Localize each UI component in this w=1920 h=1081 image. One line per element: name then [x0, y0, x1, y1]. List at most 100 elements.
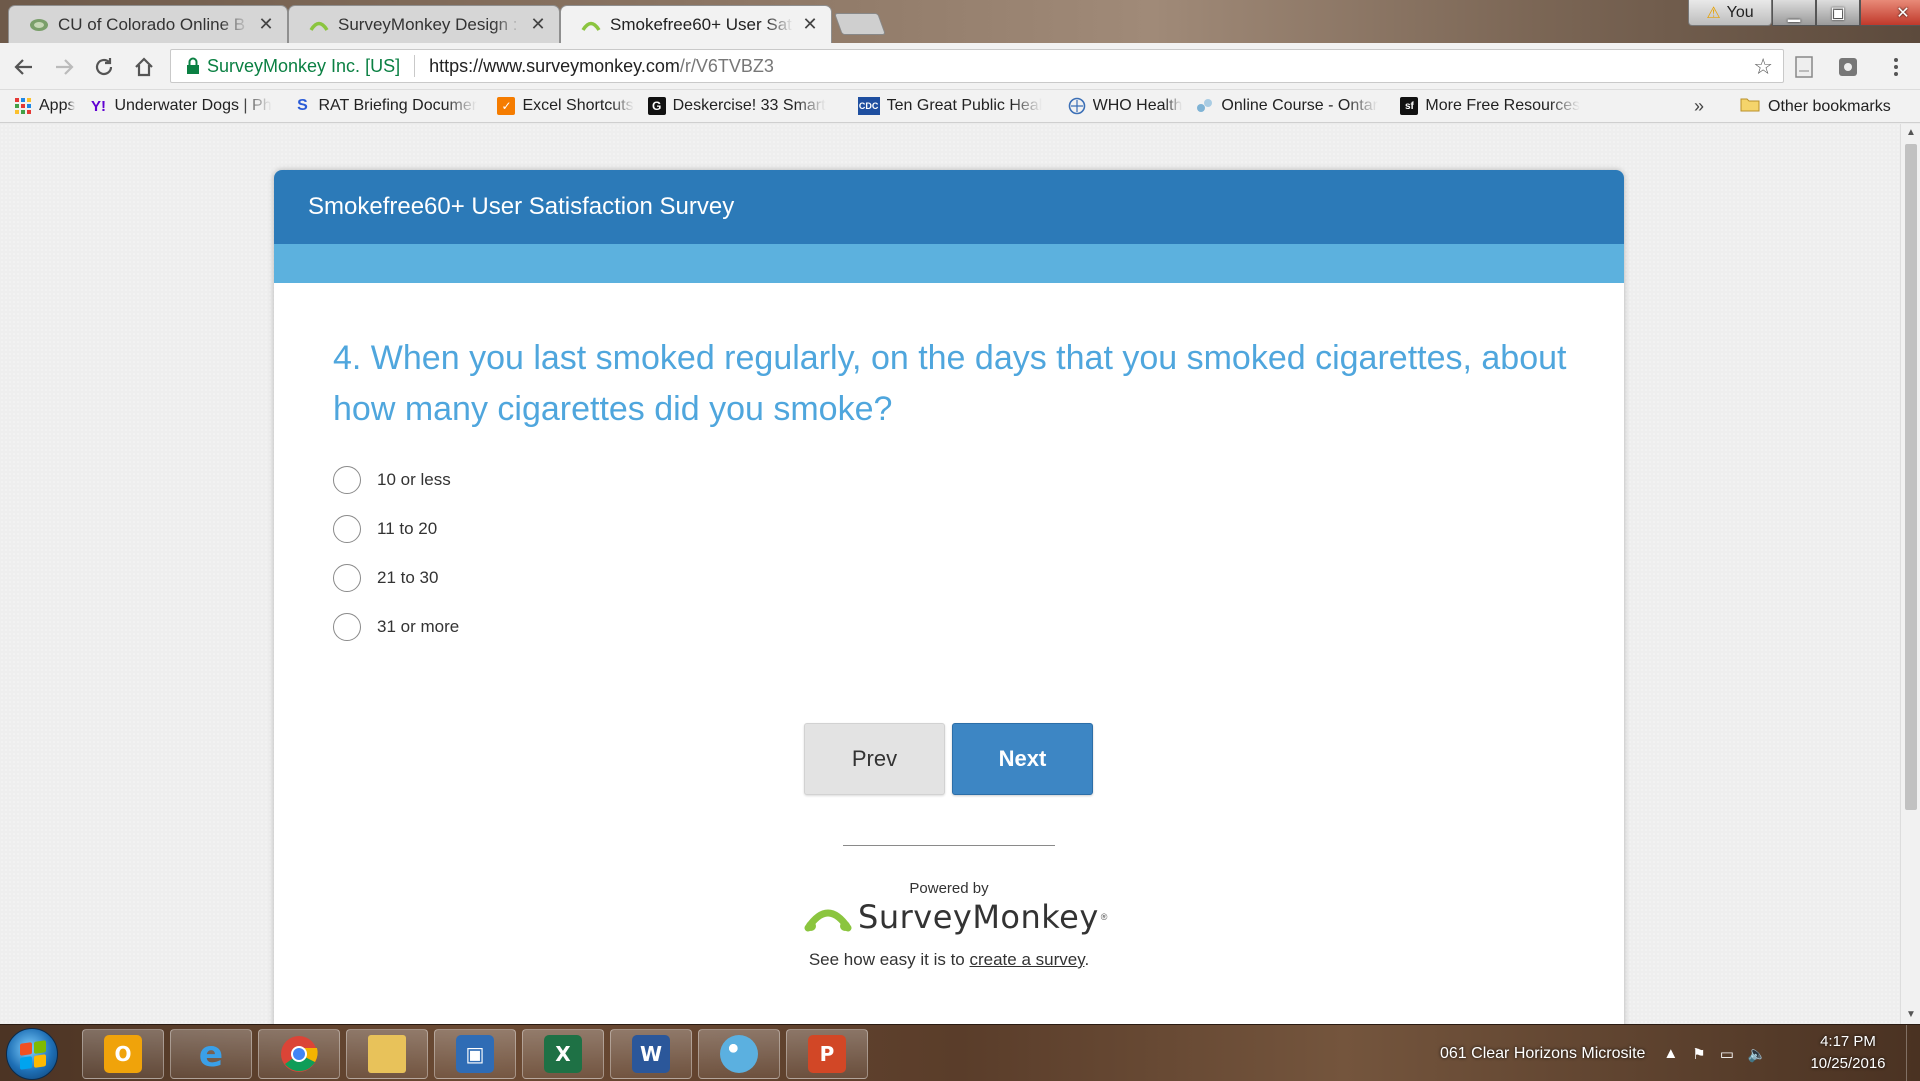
page-scrollbar[interactable]: ▲ ▼: [1900, 124, 1920, 1024]
action-center-flag-icon[interactable]: ⚑: [1692, 1045, 1705, 1063]
chrome-icon: [281, 1036, 318, 1072]
taskbar-word[interactable]: W: [610, 1029, 692, 1079]
bookmark-star-icon[interactable]: ☆: [1753, 54, 1773, 80]
option-label: 21 to 30: [377, 567, 439, 587]
close-window-button[interactable]: ✕: [1860, 0, 1920, 26]
tray-icons: ▲ ⚑ ▭ 🔈: [1663, 1045, 1766, 1063]
tab-surveymonkey-design[interactable]: SurveyMonkey Design : S ✕: [288, 5, 560, 43]
taskbar-chrome[interactable]: [258, 1029, 340, 1079]
bookmark-deskercise[interactable]: G Deskercise! 33 Smart: [647, 97, 844, 115]
bookmarks-overflow-button[interactable]: »: [1694, 96, 1704, 117]
address-bar[interactable]: SurveyMonkey Inc. [US] https://www.surve…: [170, 49, 1784, 83]
secure-origin-label: SurveyMonkey Inc. [US]: [207, 55, 401, 76]
surveymonkey-logo[interactable]: SurveyMonkey ®: [804, 898, 1107, 936]
taskbar-remote-desktop[interactable]: ▣: [434, 1029, 516, 1079]
new-tab-button[interactable]: [833, 13, 887, 35]
network-icon[interactable]: ▭: [1720, 1045, 1734, 1063]
radio-button[interactable]: [333, 514, 361, 543]
yahoo-icon: Y!: [90, 97, 106, 115]
tab-title: CU of Colorado Online B: [58, 14, 246, 34]
option-21-to-30[interactable]: 21 to 30: [333, 553, 1624, 602]
scrollbar-thumb[interactable]: [1905, 144, 1917, 810]
bookmark-online-course[interactable]: Online Course - Ontar: [1196, 97, 1386, 115]
show-hidden-icons-icon[interactable]: ▲: [1663, 1045, 1678, 1063]
scroll-down-arrow-icon[interactable]: ▼: [1901, 1006, 1920, 1024]
other-bookmarks[interactable]: Other bookmarks: [1740, 96, 1891, 117]
bookmark-more-free-resources[interactable]: sf More Free Resources: [1400, 97, 1580, 115]
bookmark-label: Underwater Dogs | Ph: [114, 97, 272, 114]
bookmark-apps[interactable]: Apps: [14, 97, 75, 115]
tray-toolbar-label[interactable]: 061 Clear Horizons Microsite: [1440, 1045, 1645, 1063]
excel-icon: X: [544, 1035, 582, 1073]
bookmark-label: Deskercise! 33 Smart: [672, 97, 826, 114]
browser-toolbar: SurveyMonkey Inc. [US] https://www.surve…: [0, 43, 1920, 90]
tab-smokefree-survey[interactable]: Smokefree60+ User Satis ✕: [560, 5, 832, 43]
home-button[interactable]: [128, 51, 160, 83]
question-text: 4. When you last smoked regularly, on th…: [333, 339, 1567, 428]
reload-button[interactable]: [88, 51, 120, 83]
option-label: 31 or more: [377, 616, 460, 636]
show-desktop-button[interactable]: [1906, 1025, 1920, 1081]
forward-button[interactable]: [48, 51, 80, 83]
forward-arrow-icon: [56, 59, 74, 75]
bookmarks-bar: Apps Y! Underwater Dogs | Ph S RAT Brief…: [0, 90, 1920, 123]
footer-tagline: See how easy it is to create a survey.: [274, 950, 1624, 970]
cu-favicon-icon: [30, 18, 48, 31]
reload-icon: [95, 58, 113, 76]
radio-button[interactable]: [333, 465, 361, 494]
maximize-button[interactable]: ▣: [1816, 0, 1860, 26]
close-tab-icon[interactable]: ✕: [529, 14, 547, 35]
taskbar-excel[interactable]: X: [522, 1029, 604, 1079]
bookmark-underwater-dogs[interactable]: Y! Underwater Dogs | Ph: [89, 97, 279, 115]
option-11-to-20[interactable]: 11 to 20: [333, 504, 1624, 553]
taskbar-outlook[interactable]: O: [82, 1029, 164, 1079]
close-tab-icon[interactable]: ✕: [801, 14, 819, 35]
survey-progress-band: [274, 244, 1624, 283]
internet-explorer-icon: e: [198, 1033, 224, 1075]
next-button[interactable]: Next: [952, 723, 1093, 795]
taskbar-internet-explorer[interactable]: e: [170, 1029, 252, 1079]
surveymonkey-logo-icon: [804, 909, 852, 932]
folder-icon: [368, 1035, 406, 1073]
close-tab-icon[interactable]: ✕: [257, 14, 275, 35]
minimize-button[interactable]: ▁: [1772, 0, 1816, 26]
tab-cu-colorado[interactable]: CU of Colorado Online B ✕: [8, 5, 288, 43]
taskbar-paint[interactable]: [698, 1029, 780, 1079]
web-page: Smokefree60+ User Satisfaction Survey 4.…: [0, 124, 1900, 1050]
course-icon: [1196, 97, 1214, 115]
windows-flag-icon: [20, 1040, 46, 1070]
volume-icon[interactable]: 🔈: [1748, 1045, 1767, 1063]
profile-label: You: [1726, 3, 1754, 21]
registered-mark: ®: [1100, 912, 1108, 922]
windows-taskbar: O e ▣ X W P 061 Clear Horizons Microsite…: [0, 1024, 1920, 1081]
paint-icon: [720, 1035, 758, 1073]
scroll-up-arrow-icon[interactable]: ▲: [1901, 124, 1920, 142]
system-tray: 061 Clear Horizons Microsite ▲ ⚑ ▭ 🔈: [1440, 1025, 1767, 1081]
bookmark-excel-shortcuts[interactable]: ✓ Excel Shortcuts: [497, 97, 634, 115]
bookmark-rat-briefing[interactable]: S RAT Briefing Documer: [293, 97, 483, 115]
survey-container: Smokefree60+ User Satisfaction Survey 4.…: [274, 170, 1624, 1050]
bookmark-label: Online Course - Ontar: [1221, 97, 1378, 114]
extension-square-icon[interactable]: [1836, 55, 1860, 79]
extension-page-icon[interactable]: [1792, 55, 1816, 79]
option-10-or-less[interactable]: 10 or less: [333, 455, 1624, 504]
radio-button[interactable]: [333, 563, 361, 592]
taskbar-file-explorer[interactable]: [346, 1029, 428, 1079]
create-survey-link[interactable]: create a survey: [969, 950, 1084, 969]
bookmark-ten-great-public-health[interactable]: CDC Ten Great Public Heal: [857, 97, 1054, 115]
option-31-or-more[interactable]: 31 or more: [333, 602, 1624, 651]
browser-menu-button[interactable]: [1880, 51, 1912, 83]
bookmark-who-health[interactable]: WHO Health: [1068, 97, 1182, 115]
tagline-prefix: See how easy it is to: [808, 950, 970, 969]
radio-button[interactable]: [333, 612, 361, 641]
window-controls: ▁ ▣ ✕: [1772, 0, 1920, 26]
tab-strip: CU of Colorado Online B ✕ SurveyMonkey D…: [0, 0, 1920, 43]
start-button[interactable]: [6, 1028, 58, 1080]
answer-options: 10 or less 11 to 20 21 to 30 31 or more: [333, 455, 1624, 651]
prev-button[interactable]: Prev: [804, 723, 945, 795]
powered-by-label: Powered by: [909, 880, 989, 897]
taskbar-powerpoint[interactable]: P: [786, 1029, 868, 1079]
taskbar-clock[interactable]: 4:17 PM 10/25/2016: [1798, 1031, 1898, 1075]
back-button[interactable]: [8, 51, 40, 83]
profile-button[interactable]: ⚠ You: [1688, 0, 1772, 26]
